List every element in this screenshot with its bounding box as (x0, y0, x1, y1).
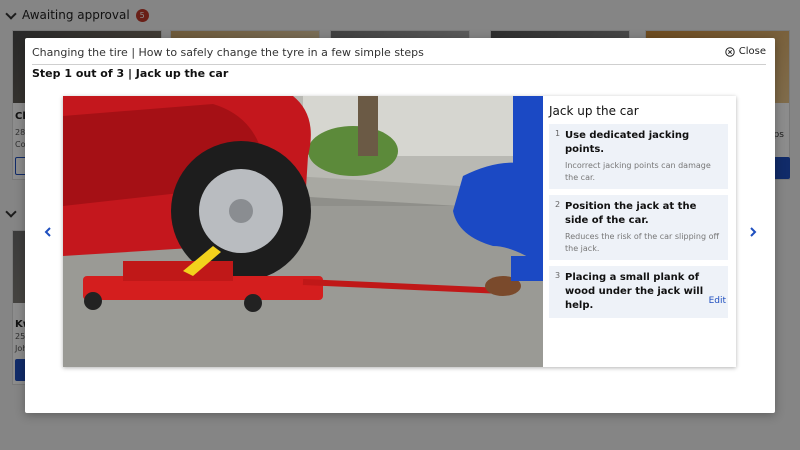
instruction-number: 3 (555, 271, 561, 280)
close-icon[interactable] (725, 46, 735, 57)
title-divider (32, 64, 766, 65)
edit-link[interactable]: Edit (709, 296, 726, 306)
panel-title: Jack up the car (549, 104, 639, 118)
close-label[interactable]: Close (739, 46, 766, 57)
chevron-left-icon[interactable] (41, 224, 55, 238)
instruction-heading: Placing a small plank of wood under the … (565, 272, 704, 311)
instruction-detail: Incorrect jacking points can damage the … (565, 161, 711, 182)
close-button[interactable]: Close (725, 46, 766, 57)
instruction-list: 1 Use dedicated jacking points. Incorrec… (549, 124, 728, 318)
instruction-number: 1 (555, 129, 561, 138)
step-photo (63, 96, 543, 367)
step-instructions-panel: Jack up the car 1 Use dedicated jacking … (549, 96, 736, 367)
step-indicator: Step 1 out of 3 | Jack up the car (32, 67, 229, 80)
instruction-heading: Use dedicated jacking points. (565, 130, 690, 155)
instruction-item: 1 Use dedicated jacking points. Incorrec… (549, 124, 728, 189)
modal-title: Changing the tire | How to safely change… (32, 46, 424, 59)
instruction-item: 3 Placing a small plank of wood under th… (549, 266, 728, 318)
tutorial-modal: Changing the tire | How to safely change… (25, 38, 775, 413)
instruction-item: 2 Position the jack at the side of the c… (549, 195, 728, 260)
instruction-detail: Reduces the risk of the car slipping off… (565, 232, 719, 253)
chevron-right-icon[interactable] (746, 224, 760, 238)
step-slide: Jack up the car 1 Use dedicated jacking … (63, 96, 736, 367)
instruction-number: 2 (555, 200, 561, 209)
instruction-heading: Position the jack at the side of the car… (565, 201, 697, 226)
